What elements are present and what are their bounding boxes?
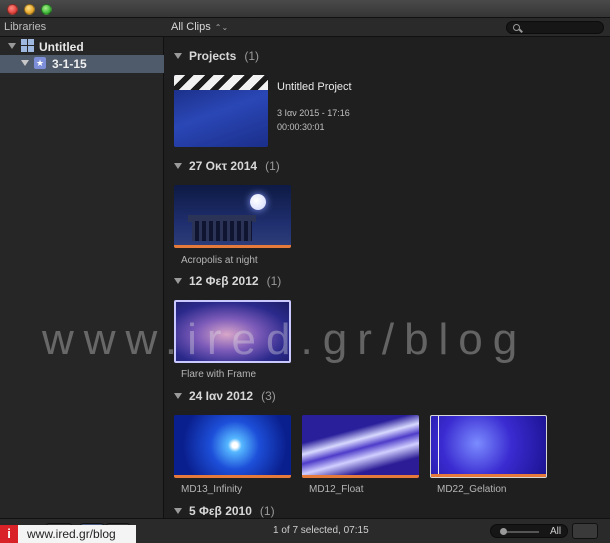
selection-status: 1 of 7 selected, 07:15: [273, 525, 369, 536]
close-window-button[interactable]: [7, 4, 18, 15]
clip-thumbnail-infinity[interactable]: [174, 415, 291, 478]
clapperboard-icon: [174, 75, 268, 90]
section-title: 27 Οκτ 2014: [189, 159, 258, 173]
section-count: (1): [266, 274, 282, 288]
section-count: (3): [261, 389, 276, 403]
inspector-toggle-button[interactable]: [572, 523, 598, 539]
clip-label: MD13_Infinity: [181, 484, 243, 495]
event-row-3-1-15[interactable]: ★ 3-1-15: [0, 55, 164, 73]
clip-label: MD22_Gelation: [437, 484, 507, 495]
section-count: (1): [265, 159, 280, 173]
disclosure-triangle-icon[interactable]: [8, 43, 16, 49]
section-title: 24 Ιαν 2012: [189, 389, 254, 403]
project-date: 3 Ιαν 2015 - 17:16: [277, 108, 350, 118]
star-event-icon: ★: [34, 57, 46, 69]
clips-filter-label: All Clips: [171, 21, 211, 33]
clip-range-bar: [174, 245, 291, 248]
library-name: Untitled: [39, 40, 84, 54]
section-title: 5 Φεβ 2010: [189, 504, 252, 518]
library-row-untitled[interactable]: Untitled: [0, 38, 164, 56]
disclosure-triangle-icon[interactable]: [174, 163, 182, 169]
project-thumbnail[interactable]: [174, 75, 268, 147]
clip-label: Flare with Frame: [181, 369, 257, 380]
disclosure-triangle-icon[interactable]: [174, 393, 182, 399]
clip-thumbnail-acropolis[interactable]: [174, 185, 291, 248]
clip-label: MD12_Float: [309, 484, 364, 495]
clip-thumbnail-gelation[interactable]: [430, 415, 547, 478]
section-count: (1): [244, 49, 260, 63]
zoom-label: All: [550, 526, 562, 537]
clip-browser: Projects (1) Untitled Project 3 Ιαν 2015 …: [165, 37, 610, 518]
event-name: 3-1-15: [52, 57, 87, 71]
minimize-window-button[interactable]: [24, 4, 35, 15]
zoom-slider[interactable]: All: [490, 524, 568, 538]
window-title-bar: [0, 0, 610, 18]
section-title: Projects: [189, 49, 237, 63]
zoom-track[interactable]: [503, 531, 539, 533]
ired-logo-icon: i: [0, 525, 18, 543]
chevron-updown-icon: ⌃⌄: [214, 23, 229, 32]
browser-toolbar: Libraries All Clips ⌃⌄: [0, 18, 610, 37]
site-url-text: www.ired.gr/blog: [27, 527, 116, 541]
clip-thumbnail-float[interactable]: [302, 415, 419, 478]
moon-graphic: [250, 194, 266, 210]
project-title[interactable]: Untitled Project: [277, 81, 352, 93]
section-count: (1): [259, 504, 275, 518]
zoom-knob[interactable]: [500, 528, 507, 535]
site-badge: i www.ired.gr/blog: [0, 525, 136, 543]
project-duration: 00:00:30:01: [277, 122, 325, 132]
disclosure-triangle-icon[interactable]: [174, 508, 182, 514]
search-icon: [513, 24, 520, 31]
library-grid-icon: [21, 39, 34, 52]
temple-columns-graphic: [192, 221, 252, 241]
section-title: 12 Φεβ 2012: [189, 274, 259, 288]
search-input[interactable]: [506, 21, 604, 34]
watermark-text: www.ired.gr/blog: [42, 315, 528, 364]
libraries-header: Libraries: [4, 21, 47, 33]
clip-label: Acropolis at night: [181, 255, 258, 266]
libraries-sidebar: Untitled ★ 3-1-15: [0, 37, 164, 518]
clips-filter-dropdown[interactable]: All Clips ⌃⌄: [171, 21, 228, 33]
playhead-line: [438, 416, 439, 477]
disclosure-triangle-icon[interactable]: [174, 278, 182, 284]
clip-range-bar: [302, 475, 419, 478]
clip-range-bar: [174, 475, 291, 478]
zoom-window-button[interactable]: [41, 4, 52, 15]
clip-range-bar: [431, 474, 546, 477]
disclosure-triangle-icon[interactable]: [21, 60, 29, 66]
disclosure-triangle-icon[interactable]: [174, 53, 182, 59]
